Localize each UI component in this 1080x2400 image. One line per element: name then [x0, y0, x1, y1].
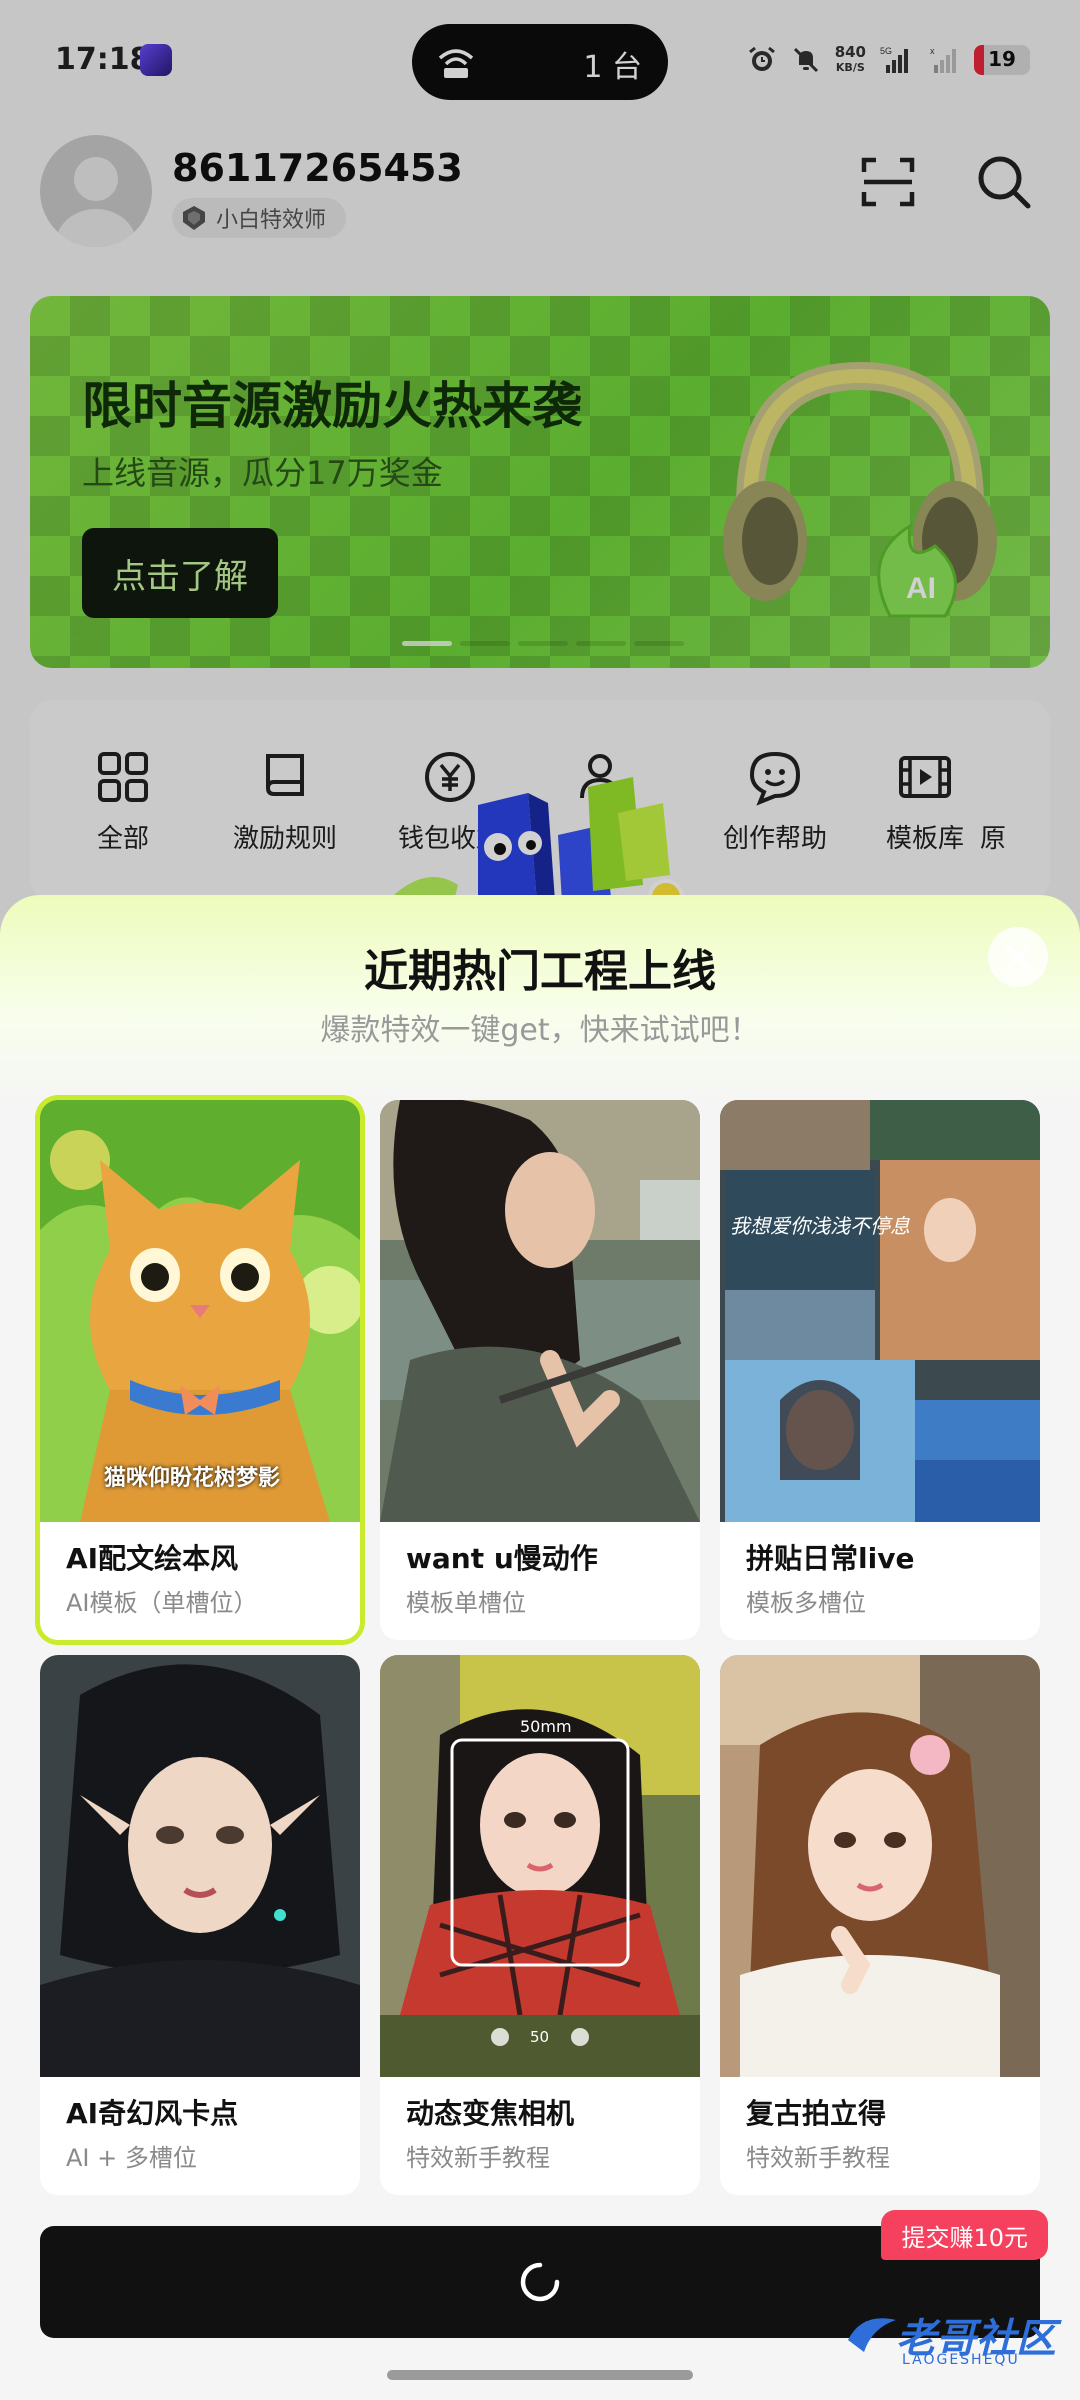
card-subtitle: 特效新手教程	[406, 2144, 550, 2172]
card-title: AI配文绘本风	[66, 1542, 239, 1575]
card-subtitle: AI + 多槽位	[66, 2144, 197, 2172]
card-subtitle: 模板单槽位	[406, 1589, 526, 1617]
template-card[interactable]: 复古拍立得 特效新手教程	[720, 1655, 1040, 2195]
watermark: 老哥社区 LAOGESHEQU	[842, 2300, 1064, 2380]
close-icon	[1006, 945, 1030, 969]
earn-reward-tag: 提交赚10元	[881, 2210, 1048, 2260]
card-subtitle: 模板多槽位	[746, 1589, 866, 1617]
sheet-title: 近期热门工程上线	[364, 946, 716, 997]
template-card[interactable]: 50mm 50 动态变焦相机 特效新手教程	[380, 1655, 700, 2195]
template-card[interactable]: AI奇幻风卡点 AI + 多槽位	[40, 1655, 360, 2195]
thumbnail-caption: 我想爱你浅浅不停息	[730, 1214, 910, 1238]
template-thumbnail	[40, 1655, 360, 2077]
template-thumbnail	[380, 1100, 700, 1522]
template-thumbnail: 我想爱你浅浅不停息	[720, 1100, 1040, 1522]
sheet-subtitle: 爆款特效一键get，快来试试吧！	[320, 1013, 760, 1048]
card-title: 复古拍立得	[746, 2097, 887, 2130]
card-title: 动态变焦相机	[406, 2097, 575, 2130]
thumbnail-caption: 50mm	[520, 1717, 572, 1736]
card-subtitle: 特效新手教程	[746, 2144, 890, 2172]
watermark-logo-icon	[848, 2318, 896, 2352]
card-subtitle: AI模板（单槽位）	[66, 1589, 258, 1617]
template-thumbnail: 猫咪仰盼花树梦影	[40, 1100, 360, 1522]
loading-spinner-icon	[520, 2262, 560, 2302]
template-thumbnail: 50mm 50	[380, 1655, 700, 2077]
zoom-value-label: 50	[530, 2028, 550, 2046]
template-card[interactable]: 猫咪仰盼花树梦影 AI配文绘本风 AI模板（单槽位）	[40, 1100, 360, 1640]
home-indicator[interactable]	[387, 2370, 693, 2380]
card-title: want u慢动作	[406, 1542, 598, 1575]
card-title: AI奇幻风卡点	[66, 2097, 239, 2130]
hot-projects-sheet: 近期热门工程上线 爆款特效一键get，快来试试吧！ 猫咪仰盼花树梦影 AI配文绘…	[0, 895, 1080, 2400]
close-button[interactable]	[988, 927, 1048, 987]
template-card[interactable]: 我想爱你浅浅不停息 拼贴日常live 模板多槽位	[720, 1100, 1040, 1640]
template-thumbnail	[720, 1655, 1040, 2077]
template-card[interactable]: want u慢动作 模板单槽位	[380, 1100, 700, 1640]
thumbnail-caption: 猫咪仰盼花树梦影	[104, 1466, 281, 1491]
card-title: 拼贴日常live	[746, 1542, 915, 1575]
